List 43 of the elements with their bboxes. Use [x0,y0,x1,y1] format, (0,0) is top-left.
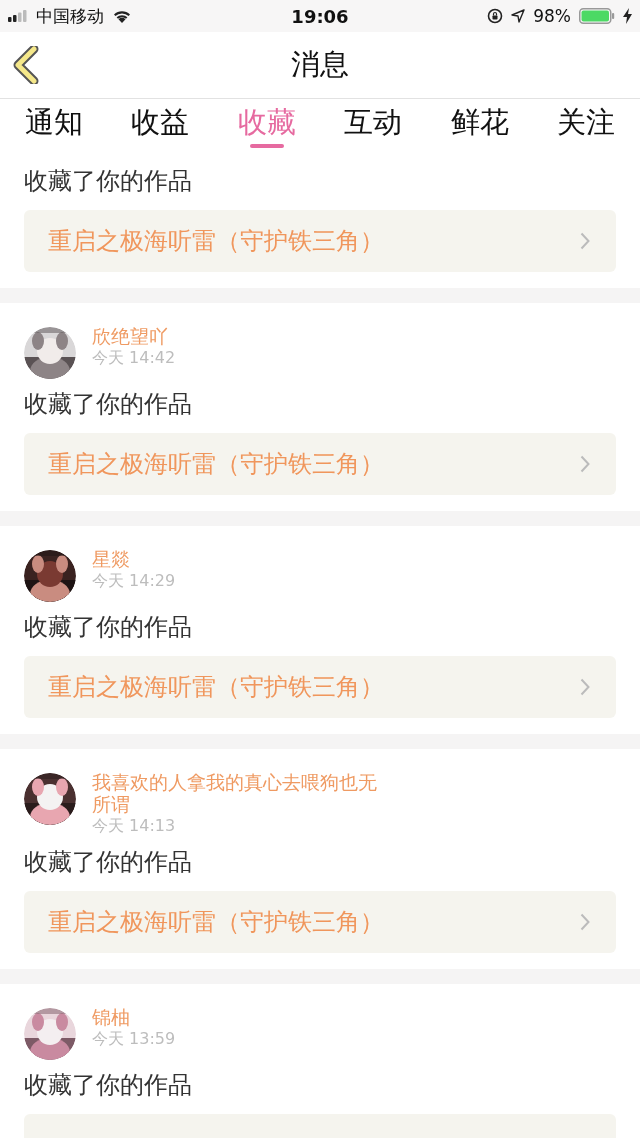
message-text: 收藏了你的作品 [24,612,193,643]
work-card[interactable]: 重启之极海听雷（守护铁三角） [24,891,616,953]
clock-time: 19:06 [291,5,349,27]
carrier-name: 中国移动 [36,4,104,28]
work-title: 重启之极海听雷（守护铁三角） [48,226,384,257]
rotation-lock-icon [487,8,504,24]
battery-icon [579,8,615,24]
message-time: 今天 14:13 [92,815,177,837]
message-text: 收藏了你的作品 [24,847,193,878]
work-title: 重启之极海听雷（守护铁三角） [48,907,384,938]
work-card[interactable]: 重启之极海听雷（守护铁三角） [24,210,616,272]
work-card[interactable]: 重启之极海听雷（守护铁三角） [24,433,616,495]
message-time: 今天 13:59 [92,1028,176,1050]
back-button[interactable] [12,46,40,84]
tab[interactable]: 通知 [5,99,103,156]
message-time: 今天 14:42 [92,347,176,369]
message-text: 收藏了你的作品 [24,1070,193,1101]
chevron-right-icon [580,913,590,931]
work-card[interactable]: 重启之极海听雷（守护铁三角） [24,656,616,718]
chevron-right-icon [580,232,590,250]
wifi-icon [112,8,132,24]
chevron-right-icon [580,678,590,696]
tab[interactable]: 互动 [324,99,423,156]
page-title: 消息 [291,46,349,83]
tab[interactable]: 关注 [536,99,635,156]
tab[interactable]: 收藏 [217,99,316,156]
user-name[interactable]: 星燚 [92,548,176,570]
user-name[interactable]: 我喜欢的人拿我的真心去喂狗也无所谓 [92,771,392,815]
tab[interactable]: 收益 [111,99,210,156]
message-text: 收藏了你的作品 [24,389,193,420]
tab[interactable]: 鲜花 [430,99,529,156]
work-title: 重启之极海听雷（守护铁三角） [48,672,384,703]
user-name[interactable]: 欣绝望吖 [92,325,176,347]
user-name[interactable]: 锦柚 [92,1006,176,1028]
signal-icon [8,10,28,22]
work-title: 重启之极海听雷（守护铁三角） [48,449,384,480]
location-arrow-icon [511,9,526,23]
chevron-right-icon [580,455,590,473]
message-time: 今天 14:29 [92,570,176,592]
charging-bolt-icon [623,8,632,24]
back-chevron-icon [12,46,40,84]
message-text: 收藏了你的作品 [24,166,193,197]
battery-percent: 98% [533,6,571,26]
